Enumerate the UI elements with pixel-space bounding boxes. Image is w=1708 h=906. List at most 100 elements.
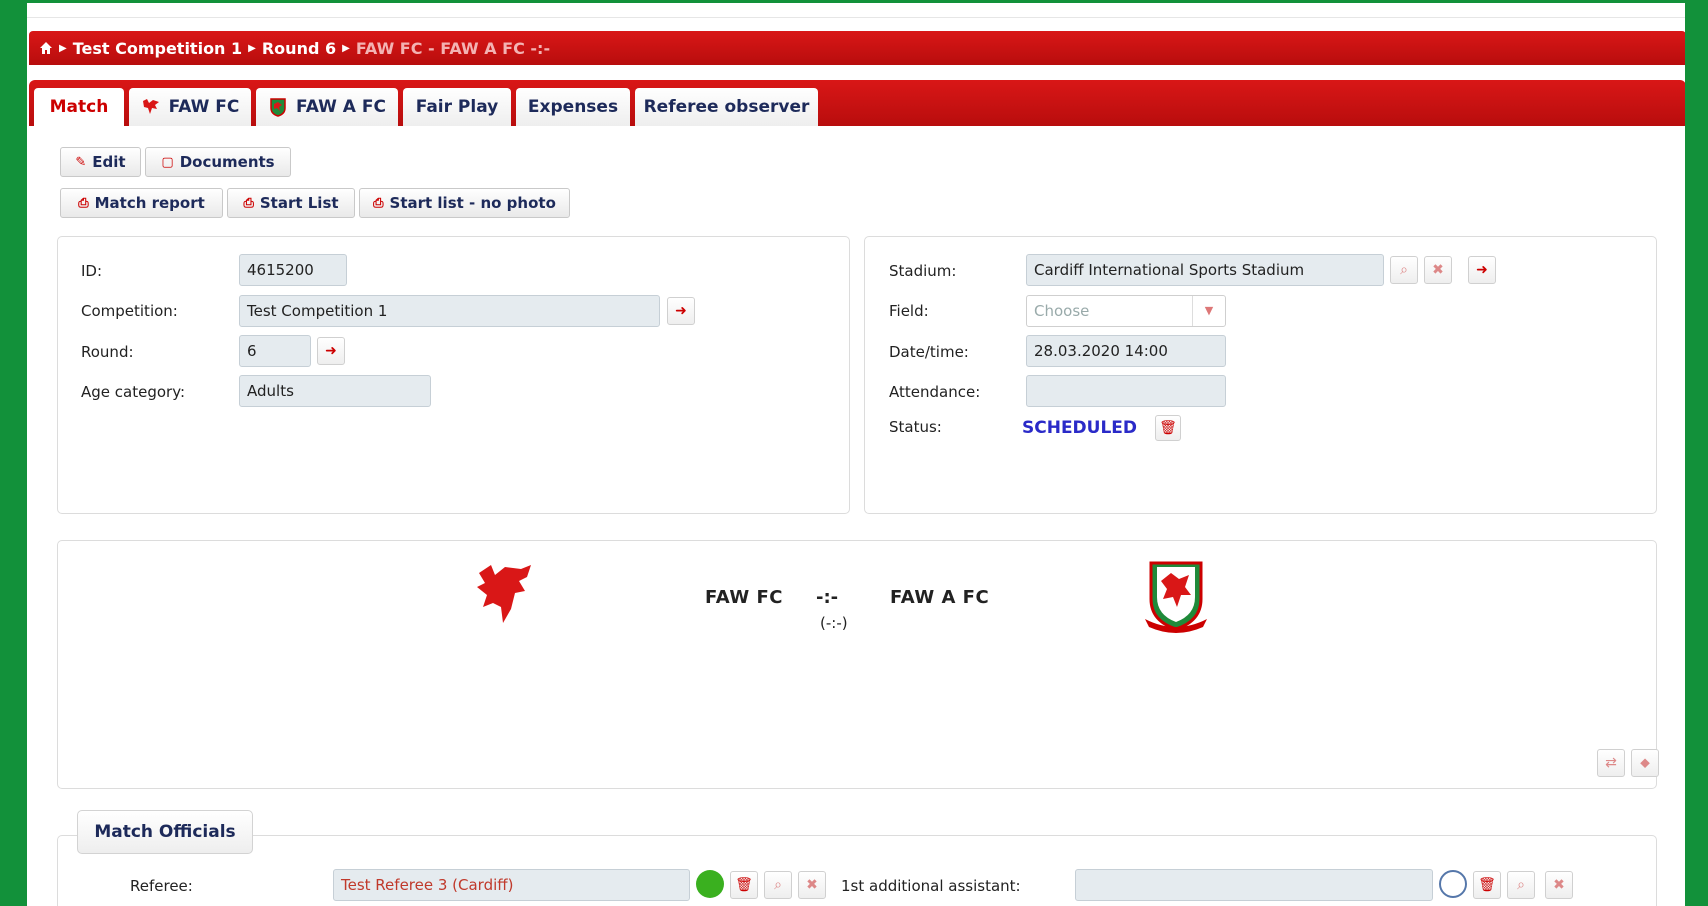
field-select[interactable]: Choose ▼ <box>1026 295 1226 327</box>
search-icon: ⌕ <box>1517 877 1525 893</box>
referee-label: Referee: <box>130 877 193 895</box>
datetime-label: Date/time: <box>889 343 969 361</box>
match-info-panel <box>57 236 850 514</box>
tag-button[interactable]: ⬥ <box>1631 749 1659 777</box>
breadcrumb-round[interactable]: Round 6 <box>262 39 336 58</box>
attendance-label: Attendance: <box>889 383 981 401</box>
edit-label: Edit <box>92 153 126 171</box>
start-list-button[interactable]: ⎙ Start List <box>227 188 355 218</box>
stadium-field: Cardiff International Sports Stadium <box>1026 254 1384 286</box>
competition-open-button[interactable]: ➜ <box>667 297 695 325</box>
start-list-no-photo-button[interactable]: ⎙ Start list - no photo <box>359 188 570 218</box>
tag-icon: ⬥ <box>1640 755 1650 771</box>
tab-label: Expenses <box>527 97 619 117</box>
trash-icon: 🗑 <box>735 877 753 893</box>
home-icon[interactable] <box>39 41 53 55</box>
tab-fair-play[interactable]: Fair Play <box>403 88 511 126</box>
datetime-field: 28.03.2020 14:00 <box>1026 335 1226 367</box>
id-field: 4615200 <box>239 254 347 286</box>
referee-field: Test Referee 3 (Cardiff) <box>333 869 690 901</box>
start-list-no-photo-label: Start list - no photo <box>389 194 556 212</box>
tab-match[interactable]: Match <box>34 88 124 126</box>
tab-label: Match <box>49 97 109 117</box>
chevron-right-icon: ▶ <box>59 42 67 54</box>
tab-label: Fair Play <box>415 97 499 117</box>
match-report-label: Match report <box>94 194 205 212</box>
attendance-field <box>1026 375 1226 407</box>
breadcrumb: ▶ Test Competition 1 ▶ Round 6 ▶ FAW FC … <box>29 31 1685 65</box>
tab-label: Referee observer <box>643 97 810 117</box>
tab-away-team[interactable]: FAW A FC <box>256 88 398 126</box>
edit-button[interactable]: ✎ Edit <box>60 147 141 177</box>
dragon-icon <box>142 99 159 114</box>
away-team-logo-icon <box>1145 561 1207 633</box>
arrow-right-icon: ➜ <box>325 343 337 359</box>
match-summary-panel <box>57 540 1657 789</box>
chevron-right-icon: ▶ <box>342 42 350 54</box>
chevron-right-icon: ▶ <box>248 42 256 54</box>
referee-search-button[interactable]: ⌕ <box>764 871 792 899</box>
swap-icon: ⇄ <box>1605 755 1617 771</box>
score: -:- <box>816 587 839 608</box>
search-icon: ⌕ <box>1400 262 1408 278</box>
documents-label: Documents <box>179 153 275 171</box>
home-team-name: FAW FC <box>705 587 783 608</box>
printer-icon: ⎙ <box>243 195 254 211</box>
assistant-delete-button[interactable]: 🗑 <box>1473 871 1501 899</box>
assistant-clear-button[interactable]: ✖ <box>1545 871 1573 899</box>
age-category-field: Adults <box>239 375 431 407</box>
printer-icon: ⎙ <box>78 195 89 211</box>
search-icon: ⌕ <box>774 877 782 893</box>
document-icon: ▢ <box>161 154 174 170</box>
tab-bar: Match FAW FC FAW A FC Fair Play Expenses… <box>29 80 1685 126</box>
trash-icon: 🗑 <box>1159 420 1177 436</box>
stadium-search-button[interactable]: ⌕ <box>1390 256 1418 284</box>
assistant-search-button[interactable]: ⌕ <box>1507 871 1535 899</box>
round-field: 6 <box>239 335 311 367</box>
referee-clear-button[interactable]: ✖ <box>798 871 826 899</box>
stadium-open-button[interactable]: ➜ <box>1468 256 1496 284</box>
status-badge: SCHEDULED <box>1022 418 1138 438</box>
field-label: Field: <box>889 302 929 320</box>
status-label: Status: <box>889 418 942 436</box>
arrow-right-icon: ➜ <box>1476 262 1488 278</box>
pencil-icon: ✎ <box>75 154 87 170</box>
close-icon: ✖ <box>1432 262 1444 278</box>
breadcrumb-current: FAW FC - FAW A FC -:- <box>355 38 551 58</box>
round-label: Round: <box>81 343 134 361</box>
status-delete-button[interactable]: 🗑 <box>1155 415 1181 441</box>
stadium-clear-button[interactable]: ✖ <box>1424 256 1452 284</box>
stadium-label: Stadium: <box>889 262 957 280</box>
assistant-label: 1st additional assistant: <box>841 877 1021 895</box>
close-icon: ✖ <box>1553 877 1565 893</box>
officials-title: Match Officials <box>77 810 253 854</box>
close-icon: ✖ <box>806 877 818 893</box>
round-open-button[interactable]: ➜ <box>317 337 345 365</box>
tab-referee-observer[interactable]: Referee observer <box>635 88 818 126</box>
page: ▶ Test Competition 1 ▶ Round 6 ▶ FAW FC … <box>27 3 1685 906</box>
start-list-label: Start List <box>259 194 339 212</box>
assistant-status-indicator <box>1439 870 1467 898</box>
match-report-button[interactable]: ⎙ Match report <box>60 188 223 218</box>
trash-icon: 🗑 <box>1478 877 1496 893</box>
arrow-right-icon: ➜ <box>675 303 687 319</box>
printer-icon: ⎙ <box>373 195 384 211</box>
away-team-name: FAW A FC <box>890 587 990 608</box>
tab-expenses[interactable]: Expenses <box>516 88 630 126</box>
age-category-label: Age category: <box>81 383 186 401</box>
home-team-logo-icon <box>477 565 531 623</box>
competition-field: Test Competition 1 <box>239 295 660 327</box>
swap-teams-button[interactable]: ⇄ <box>1597 749 1625 777</box>
tab-home-team[interactable]: FAW FC <box>129 88 251 126</box>
documents-button[interactable]: ▢ Documents <box>145 147 291 177</box>
tab-label: FAW FC <box>168 97 240 117</box>
tab-label: FAW A FC <box>296 97 386 117</box>
chevron-down-icon: ▼ <box>1192 296 1225 326</box>
breadcrumb-competition[interactable]: Test Competition 1 <box>73 39 242 58</box>
assistant-field <box>1075 869 1433 901</box>
top-strip <box>27 3 1685 18</box>
referee-delete-button[interactable]: 🗑 <box>730 871 758 899</box>
halftime-score: (-:-) <box>820 614 848 632</box>
field-placeholder: Choose <box>1034 302 1090 320</box>
id-label: ID: <box>81 262 103 280</box>
